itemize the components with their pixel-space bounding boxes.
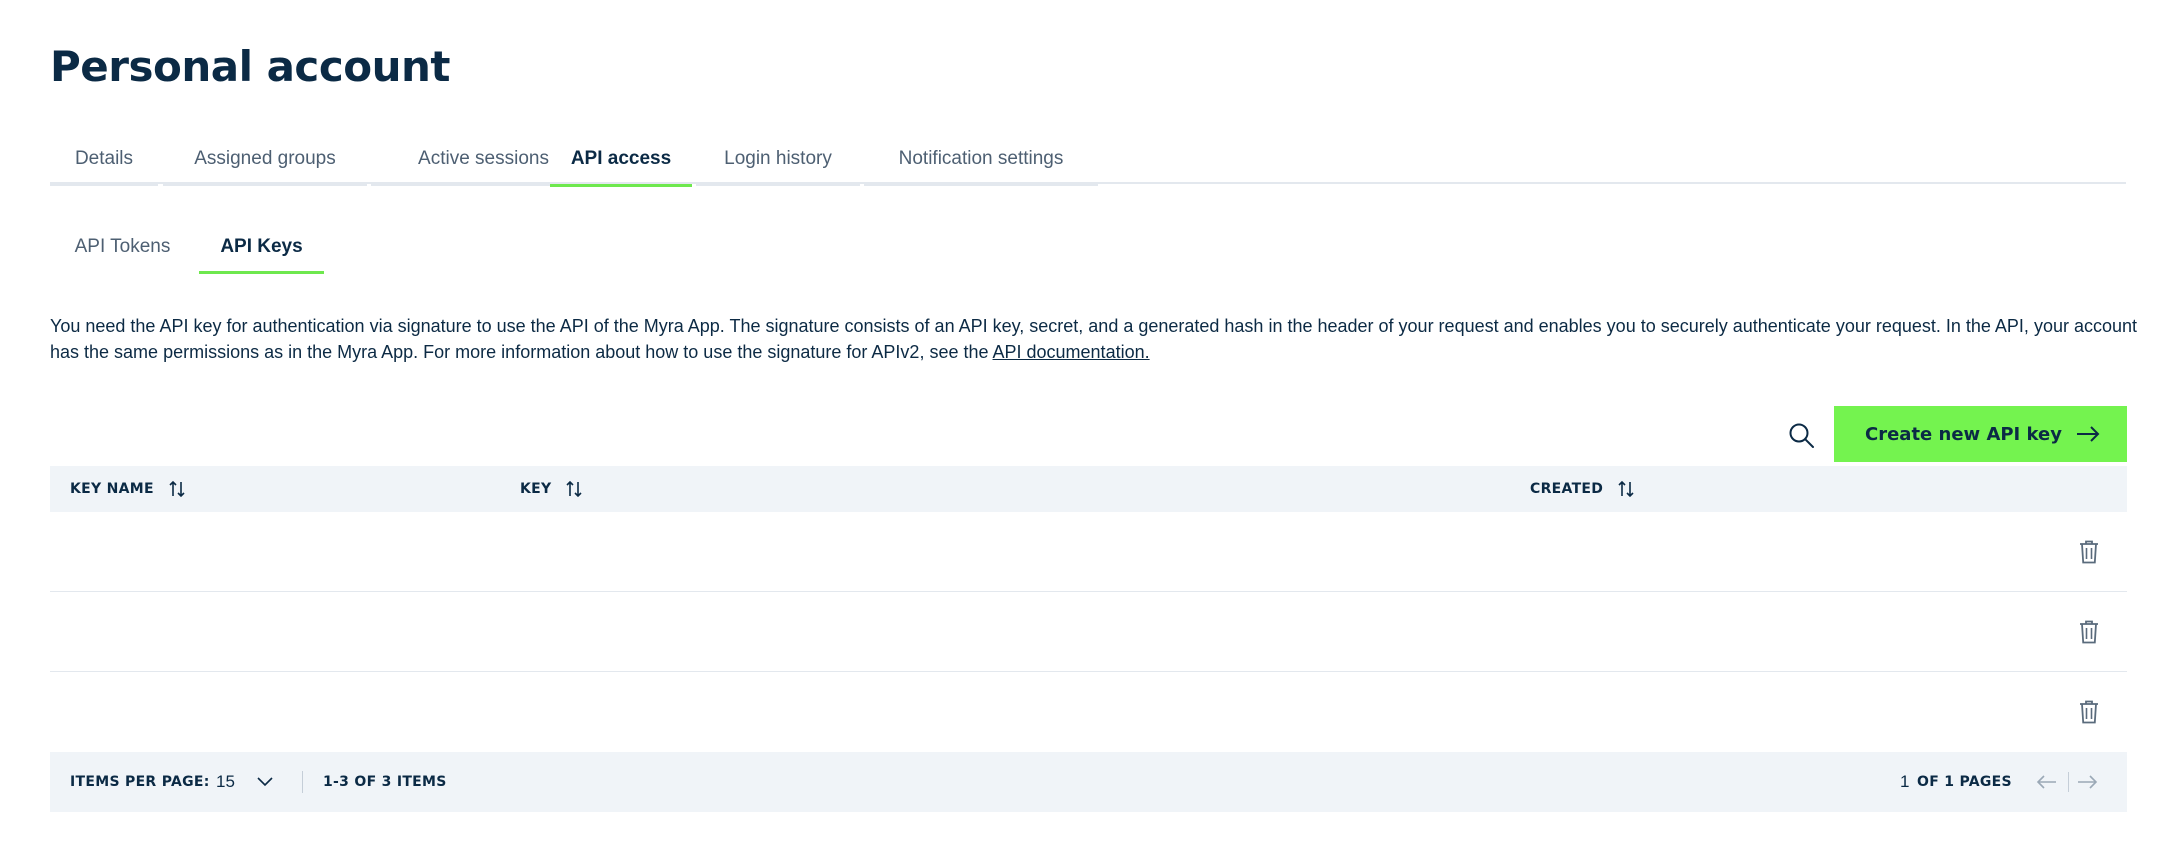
items-range: 1-3 OF 3 ITEMS: [323, 774, 447, 790]
tab-api-access[interactable]: API access: [550, 140, 692, 187]
arrow-right-icon[interactable]: [2076, 774, 2098, 790]
table-row: [50, 512, 2127, 592]
pages-total: OF 1 PAGES: [1917, 774, 2012, 790]
items-per-page-value: 15: [216, 772, 235, 791]
arrow-right-icon: [2077, 426, 2100, 442]
trash-icon[interactable]: [2077, 539, 2101, 565]
create-api-key-label: Create new API key: [1865, 423, 2062, 445]
primary-tabs: Details Assigned groups Active sessions …: [50, 140, 2126, 187]
trash-icon[interactable]: [2077, 699, 2101, 725]
table-pagination: ITEMS PER PAGE: 15 1-3 OF 3 ITEMS 1 OF 1…: [50, 752, 2127, 812]
sort-icon: [565, 479, 583, 499]
search-button[interactable]: [1786, 420, 1818, 452]
column-created-label: CREATED: [1530, 481, 1604, 497]
subtab-api-keys[interactable]: API Keys: [199, 232, 324, 274]
create-api-key-button[interactable]: Create new API key: [1834, 406, 2127, 462]
table-row: [50, 592, 2127, 672]
tab-notification-settings[interactable]: Notification settings: [864, 140, 1098, 186]
table-header: KEY NAME KEY CREATED: [50, 466, 2127, 512]
pager-divider: [2068, 772, 2069, 792]
sort-icon: [1617, 479, 1635, 499]
items-per-page-label: ITEMS PER PAGE:: [70, 774, 210, 790]
tab-details[interactable]: Details: [50, 140, 158, 186]
tab-login-history[interactable]: Login history: [696, 140, 860, 186]
chevron-down-icon: [257, 777, 273, 787]
api-subtabs: API Tokens API Keys: [50, 232, 340, 274]
items-per-page-select[interactable]: 15: [216, 752, 273, 812]
divider: [302, 771, 303, 793]
search-icon: [1789, 423, 1814, 448]
trash-icon[interactable]: [2077, 619, 2101, 645]
api-keys-table: KEY NAME KEY CREATED: [50, 466, 2127, 752]
column-key-name-label: KEY NAME: [70, 481, 154, 497]
table-row: [50, 672, 2127, 752]
sort-icon: [168, 479, 186, 499]
page-title: Personal account: [50, 42, 450, 91]
api-documentation-link[interactable]: API documentation.: [993, 342, 1150, 362]
column-key-name[interactable]: KEY NAME: [70, 466, 186, 512]
personal-account-page: Personal account Details Assigned groups…: [0, 0, 2168, 851]
column-key-label: KEY: [520, 481, 552, 497]
column-created[interactable]: CREATED: [1530, 466, 1635, 512]
arrow-left-icon[interactable]: [2036, 774, 2058, 790]
tab-assigned-groups[interactable]: Assigned groups: [163, 140, 367, 186]
current-page[interactable]: 1: [1900, 752, 1909, 812]
subtab-api-tokens[interactable]: API Tokens: [50, 232, 195, 274]
api-key-description: You need the API key for authentication …: [50, 313, 2140, 365]
column-key[interactable]: KEY: [520, 466, 583, 512]
